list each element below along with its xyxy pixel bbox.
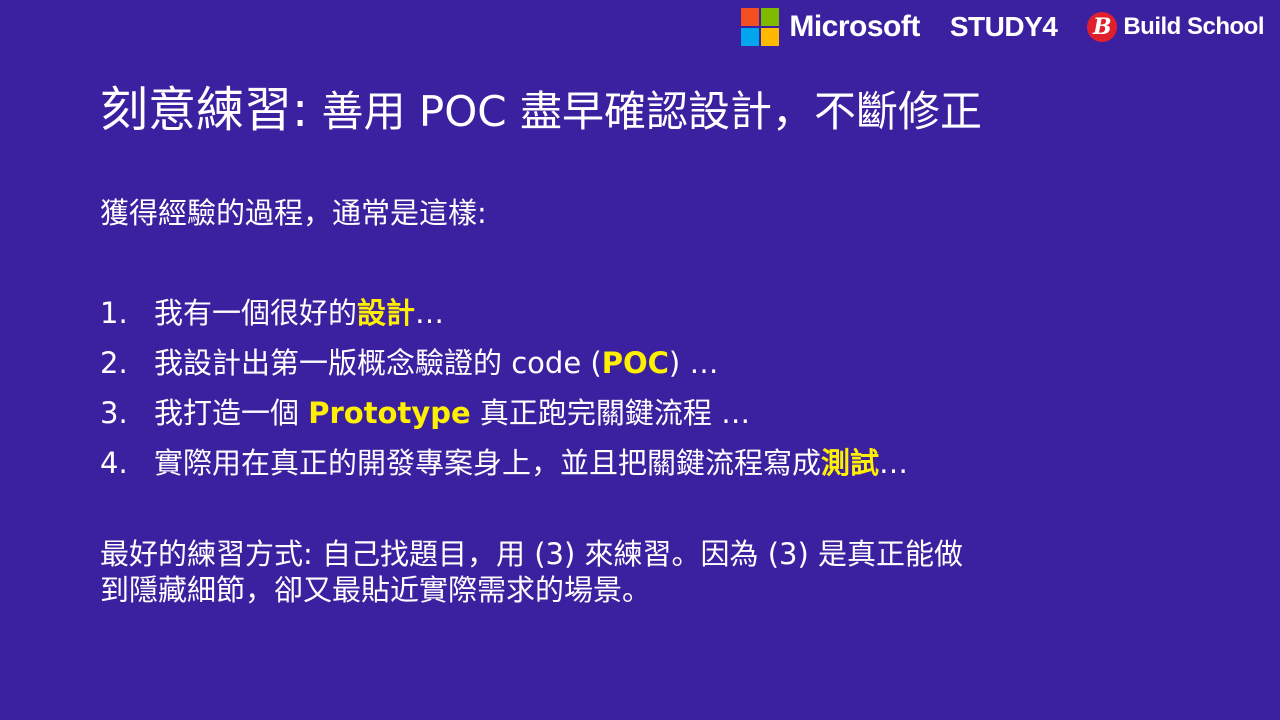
build-school-wordmark: Build School: [1123, 13, 1264, 40]
list-item: 1. 我有一個很好的設計…: [100, 288, 908, 338]
microsoft-windows-icon: [741, 8, 780, 46]
study4-logo: STUDY4: [949, 11, 1058, 42]
list-item: 3. 我打造一個 Prototype 真正跑完關鍵流程 …: [100, 388, 908, 438]
closing-line-2: 到隱藏細節，卻又最貼近實際需求的場景。: [100, 573, 652, 607]
step-text-end: …: [415, 296, 445, 330]
step-text: 實際用在真正的開發專案身上，並且把關鍵流程寫成: [154, 446, 822, 480]
list-item: 2. 我設計出第一版概念驗證的 code (POC) …: [100, 338, 908, 388]
logo-bar: Microsoft STUDY4 B Build School: [741, 8, 1264, 46]
steps-list: 1. 我有一個很好的設計… 2. 我設計出第一版概念驗證的 code (POC) ……: [100, 288, 908, 488]
step-highlight: POC: [601, 346, 669, 380]
step-number: 3.: [100, 396, 128, 430]
slide-title-sub: 善用 POC 盡早確認設計，不斷修正: [308, 87, 982, 136]
step-text-end: ) …: [668, 346, 719, 380]
list-item: 4. 實際用在真正的開發專案身上，並且把關鍵流程寫成測試…: [100, 438, 908, 488]
step-text-end: …: [879, 446, 909, 480]
step-text: 我有一個很好的: [154, 296, 358, 330]
closing-paragraph: 最好的練習方式: 自己找題目，用 (3) 來練習。因為 (3) 是真正能做 到隱…: [100, 536, 1230, 608]
step-number: 2.: [100, 346, 128, 380]
microsoft-logo: Microsoft: [741, 8, 920, 46]
closing-line-1: 最好的練習方式: 自己找題目，用 (3) 來練習。因為 (3) 是真正能做: [100, 537, 964, 571]
step-highlight: Prototype: [308, 396, 471, 430]
step-highlight: 設計: [357, 296, 416, 330]
step-text: 我設計出第一版概念驗證的 code (: [154, 346, 602, 380]
step-number: 1.: [100, 296, 128, 330]
step-text-end: 真正跑完關鍵流程 …: [470, 396, 751, 430]
step-highlight: 測試: [821, 446, 880, 480]
build-school-logo: B Build School: [1087, 12, 1264, 42]
microsoft-wordmark: Microsoft: [789, 10, 920, 43]
step-number: 4.: [100, 446, 128, 480]
step-text: 我打造一個: [154, 396, 309, 430]
slide-title-main: 刻意練習:: [100, 82, 309, 138]
slide-title: 刻意練習: 善用 POC 盡早確認設計，不斷修正: [100, 70, 982, 140]
intro-text: 獲得經驗的過程，通常是這樣:: [100, 196, 487, 230]
build-school-b-icon: B: [1087, 12, 1118, 42]
